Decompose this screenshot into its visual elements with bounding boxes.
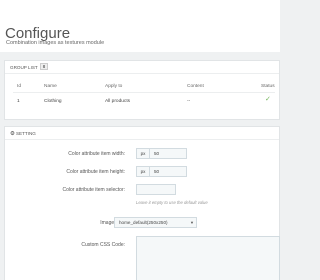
column-header-content[interactable]: Content	[187, 84, 204, 90]
table-divider	[13, 92, 275, 93]
width-label: Color attribute item width:	[68, 151, 125, 157]
cell-name: Clothing	[44, 99, 62, 104]
custom-css-label: Custom CSS Code:	[81, 242, 125, 248]
column-header-name[interactable]: Name	[44, 84, 57, 90]
column-header-apply-to[interactable]: Apply to	[105, 84, 122, 90]
group-count-badge: 8	[39, 63, 49, 70]
setting-panel: ⚙SETTING Color attribute item width: px …	[4, 126, 280, 280]
cell-content: --	[187, 99, 191, 104]
cell-id: 1	[17, 99, 20, 104]
selector-label: Color attribute item selector:	[62, 187, 125, 193]
page-subtitle: Combination images as textures module	[6, 40, 105, 46]
height-input[interactable]: 50	[149, 166, 187, 177]
custom-css-textarea[interactable]	[136, 236, 280, 280]
selector-input[interactable]	[136, 184, 176, 195]
chevron-down-icon: ▼	[190, 220, 194, 225]
width-input[interactable]: 50	[149, 148, 187, 159]
image-type-value: home_default(250x250)	[119, 220, 168, 225]
setting-heading: ⚙SETTING	[5, 127, 279, 140]
image-type-label: Image type	[100, 220, 125, 226]
column-header-id[interactable]: Id	[17, 84, 21, 90]
width-unit-addon: px	[136, 148, 150, 159]
group-list-heading: GROUP LIST 8	[5, 61, 279, 74]
setting-title: SETTING	[15, 131, 36, 136]
image-type-select[interactable]: home_default(250x250) ▼	[114, 217, 197, 228]
selector-help-text: Leave it empty to use the default value	[136, 200, 208, 205]
height-unit-addon: px	[136, 166, 150, 177]
column-header-status[interactable]: Status	[261, 84, 275, 90]
check-icon[interactable]: ✓	[265, 96, 271, 103]
page-header: Configure Combination images as textures…	[0, 0, 280, 52]
group-list-panel: GROUP LIST 8 Id Name Apply to Content Sta…	[4, 60, 280, 120]
group-list-title: GROUP LIST	[10, 65, 38, 70]
cell-apply-to: All products	[105, 99, 131, 104]
page-title: Configure	[5, 25, 71, 42]
height-label: Color attribute item height:	[66, 169, 125, 175]
gear-icon: ⚙	[10, 131, 15, 137]
